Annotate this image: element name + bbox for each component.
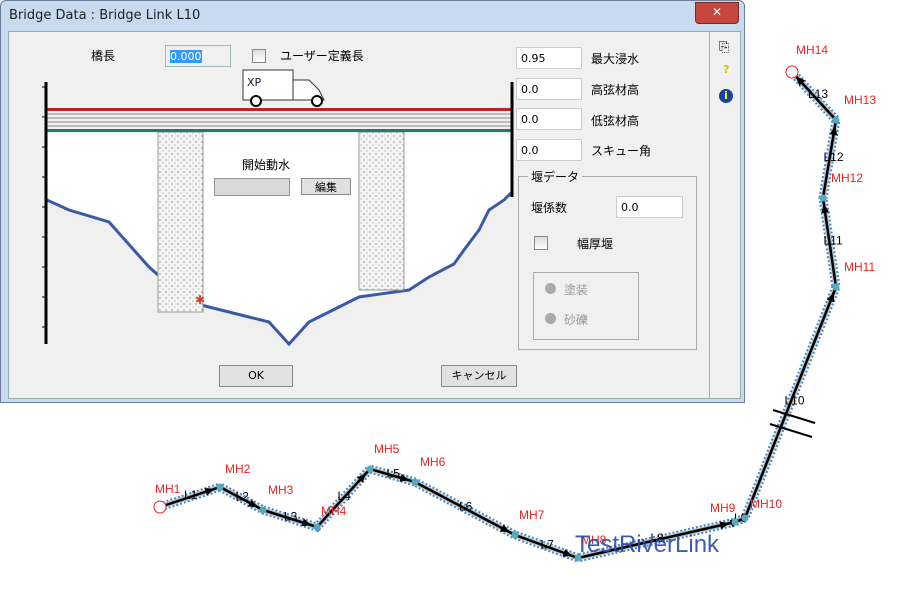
node-label-MH9[interactable]: MH9 (710, 501, 736, 515)
gravel-label: 砂礫 (564, 313, 589, 327)
max-flood-input[interactable]: 0.95 (516, 47, 582, 69)
cancel-button[interactable]: キャンセル (441, 365, 517, 387)
bridge-section-diagram: XP ✱ (42, 69, 514, 362)
node-MH12[interactable] (819, 194, 827, 202)
node-MH2[interactable] (216, 483, 224, 491)
info-icon[interactable]: i (719, 89, 733, 103)
start-water-label: 開始動水 (242, 158, 291, 172)
paved-radio[interactable] (545, 283, 556, 294)
link-label-L1[interactable]: L1 (184, 488, 198, 502)
outfall-node-MH14[interactable] (785, 65, 799, 79)
weir-coef-label: 堰係数 (531, 201, 568, 215)
bridge-data-dialog: Bridge Data : Bridge Link L10 ✕ XP ✱ 橋長 … (0, 0, 745, 403)
node-label-MH7[interactable]: MH7 (519, 508, 545, 522)
weir-data-title: 堰データ (528, 168, 583, 185)
river-name[interactable]: TestRiverLink (575, 531, 720, 558)
dialog-title: Bridge Data : Bridge Link L10 (9, 8, 201, 23)
node-MH5[interactable] (366, 465, 374, 473)
node-MH7[interactable] (511, 531, 519, 539)
node-label-MH3[interactable]: MH3 (268, 483, 294, 497)
outfall-node-MH1[interactable] (153, 500, 167, 514)
paved-label: 塗装 (564, 283, 589, 297)
gravel-radio[interactable] (545, 313, 556, 324)
link-label-L7[interactable]: L7 (541, 538, 555, 552)
node-label-MH10[interactable]: MH10 (750, 497, 782, 511)
max-flood-label: 最大浸水 (591, 52, 640, 66)
node-label-MH5[interactable]: MH5 (374, 442, 400, 456)
user-defined-length-checkbox[interactable] (252, 49, 266, 63)
start-water-field[interactable] (214, 178, 290, 196)
divider (709, 32, 710, 398)
node-label-MH12[interactable]: MH12 (831, 171, 863, 185)
weir-coef-input[interactable]: 0.0 (616, 196, 683, 218)
link-label-L10[interactable]: L10 (785, 394, 805, 408)
user-defined-length-label: ユーザー定義長 (280, 49, 364, 63)
broad-crested-checkbox[interactable] (534, 236, 548, 250)
node-MH10[interactable] (741, 514, 749, 522)
link-label-L4[interactable]: L4 (338, 489, 352, 503)
close-button[interactable]: ✕ (695, 2, 739, 24)
node-label-MH6[interactable]: MH6 (420, 455, 446, 469)
node-MH6[interactable] (411, 478, 419, 486)
link-label-L5[interactable]: L5 (387, 467, 401, 481)
dialog-body: XP ✱ 橋長 0.000 ユーザー定義長 開始動水 編集 0.95 最大浸水 … (8, 31, 741, 399)
node-MH13[interactable] (832, 116, 840, 124)
edit-button[interactable]: 編集 (301, 178, 351, 195)
node-label-MH1[interactable]: MH1 (155, 482, 181, 496)
ok-button[interactable]: OK (219, 365, 293, 387)
copy-icon[interactable]: ⎘ (719, 40, 729, 55)
skew-angle-input[interactable]: 0.0 (516, 139, 582, 161)
bridge-length-label: 橋長 (91, 49, 116, 63)
node-label-MH14[interactable]: MH14 (796, 43, 828, 57)
node-label-MH13[interactable]: MH13 (844, 93, 876, 107)
bridge-length-input[interactable]: 0.000 (165, 45, 231, 67)
node-label-MH11[interactable]: MH11 (844, 260, 875, 274)
lower-chord-label: 低弦材高 (591, 114, 640, 128)
skew-angle-label: スキュー角 (591, 144, 652, 158)
svg-text:✱: ✱ (195, 293, 205, 307)
link-label-L13[interactable]: L13 (808, 87, 828, 101)
node-MH3[interactable] (259, 506, 267, 514)
link-label-L12[interactable]: L12 (824, 150, 844, 164)
svg-text:XP: XP (247, 76, 262, 89)
link-label-L3[interactable]: L3 (284, 510, 298, 524)
node-MH11[interactable] (832, 283, 840, 291)
node-MH4[interactable] (313, 523, 321, 531)
help-icon[interactable]: ? (723, 63, 729, 76)
node-label-MH2[interactable]: MH2 (225, 462, 251, 476)
node-label-MH4[interactable]: MH4 (321, 504, 347, 518)
link-label-L11[interactable]: L11 (824, 234, 843, 248)
link-label-L6[interactable]: L6 (459, 500, 473, 514)
lower-chord-input[interactable]: 0.0 (516, 108, 582, 130)
upper-chord-input[interactable]: 0.0 (516, 78, 582, 100)
node-MH9[interactable] (731, 518, 739, 526)
broad-crested-label: 幅厚堰 (577, 237, 614, 251)
link-label-L2[interactable]: L2 (236, 490, 250, 504)
truck-icon: XP (242, 69, 325, 107)
upper-chord-label: 高弦材高 (591, 83, 640, 97)
